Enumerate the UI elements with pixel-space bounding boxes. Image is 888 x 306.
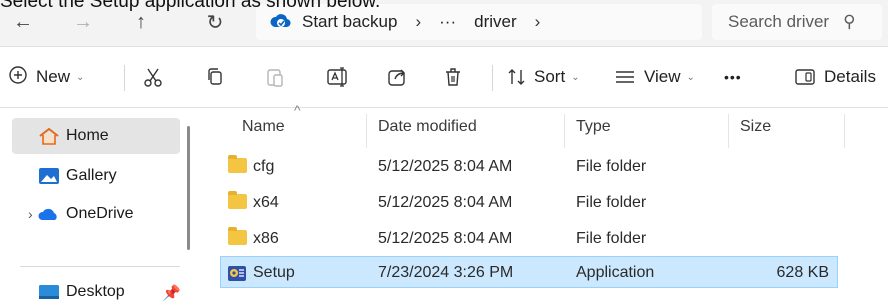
- file-date: 7/23/2024 3:26 PM: [378, 264, 514, 281]
- column-header-name[interactable]: Name: [242, 118, 285, 136]
- breadcrumb-chevron-icon[interactable]: ›: [415, 12, 421, 32]
- breadcrumb-overflow[interactable]: ···: [439, 12, 456, 32]
- view-lines-icon: [616, 71, 634, 83]
- column-divider[interactable]: [728, 114, 729, 148]
- navigation-pane: Home Gallery › OneDrive Desktop 📌: [0, 108, 200, 306]
- chevron-down-icon: ⌄: [571, 71, 580, 83]
- home-icon: [39, 127, 59, 145]
- column-header-type[interactable]: Type: [576, 118, 611, 136]
- copy-button[interactable]: [204, 61, 226, 93]
- file-list: Name ^ Date modified Type Size cfg 5/12/…: [202, 102, 888, 306]
- details-label: Details: [824, 67, 876, 86]
- folder-icon: [228, 191, 247, 209]
- share-icon: [388, 69, 405, 86]
- sidebar-item-desktop[interactable]: Desktop: [12, 274, 180, 306]
- column-header-size[interactable]: Size: [740, 118, 771, 136]
- file-type: File folder: [576, 194, 647, 211]
- sort-label: Sort: [534, 67, 566, 86]
- file-row-x86[interactable]: x86 5/12/2025 8:04 AM File folder: [220, 222, 838, 254]
- breadcrumb-chevron-icon[interactable]: ›: [535, 12, 541, 32]
- file-name: Setup: [253, 264, 295, 281]
- file-type: File folder: [576, 230, 647, 247]
- column-divider[interactable]: [366, 114, 367, 148]
- setup-app-icon: [228, 266, 246, 281]
- toolbar-separator: [124, 65, 125, 91]
- file-size: 628 KB: [776, 264, 829, 281]
- new-button[interactable]: New ⌄: [8, 61, 84, 93]
- sidebar-item-label: Desktop: [66, 283, 125, 300]
- arrow-right-icon: →: [73, 10, 93, 33]
- sort-button[interactable]: Sort ⌄: [506, 61, 580, 93]
- arrow-left-icon: ←: [13, 10, 33, 33]
- file-row-setup[interactable]: Setup 7/23/2024 3:26 PM Application 628 …: [220, 256, 838, 288]
- gallery-icon: [39, 168, 59, 184]
- sidebar-divider: [20, 266, 180, 267]
- paste-icon: [267, 69, 283, 87]
- sort-ascending-icon: ^: [294, 102, 301, 118]
- file-row-cfg[interactable]: cfg 5/12/2025 8:04 AM File folder: [220, 150, 838, 182]
- paste-button[interactable]: [264, 61, 286, 93]
- view-label: View: [644, 67, 681, 86]
- file-row-x64[interactable]: x64 5/12/2025 8:04 AM File folder: [220, 186, 838, 218]
- backup-location-icon: [270, 14, 291, 28]
- desktop-icon: [39, 285, 59, 299]
- sidebar-item-onedrive[interactable]: OneDrive: [12, 196, 180, 232]
- sidebar-item-label: Home: [66, 127, 109, 144]
- share-button[interactable]: [386, 61, 408, 93]
- file-name: x64: [253, 194, 279, 211]
- chevron-down-icon: ⌄: [686, 71, 695, 83]
- file-type: File folder: [576, 158, 647, 175]
- more-options-button[interactable]: •••: [724, 61, 742, 93]
- rename-icon: [327, 67, 347, 87]
- arrow-up-icon: ↑: [136, 10, 146, 33]
- new-label: New: [36, 67, 71, 86]
- column-header-date[interactable]: Date modified: [378, 118, 477, 136]
- folder-icon: [228, 155, 247, 173]
- sidebar-item-gallery[interactable]: Gallery: [12, 158, 180, 194]
- folder-icon: [228, 227, 247, 245]
- refresh-icon: ↻: [206, 11, 224, 34]
- sort-icon: [508, 69, 525, 85]
- details-pane-icon: [795, 69, 815, 85]
- new-plus-icon: [8, 65, 28, 90]
- sidebar-item-label: Gallery: [66, 167, 117, 184]
- view-button[interactable]: View ⌄: [614, 61, 695, 93]
- caption-text: Select the Setup application as shown be…: [0, 0, 381, 12]
- sidebar-scrollbar[interactable]: [187, 126, 190, 250]
- details-pane-button[interactable]: Details: [794, 61, 876, 93]
- search-icon: ⚲: [843, 12, 856, 31]
- command-bar: New ⌄ Sort ⌄ View ⌄ ••• Details: [0, 47, 888, 107]
- search-placeholder: Search driver: [728, 12, 830, 31]
- breadcrumb-driver[interactable]: driver: [474, 12, 517, 32]
- column-divider[interactable]: [844, 114, 845, 148]
- rename-button[interactable]: [326, 61, 350, 93]
- file-name: x86: [253, 230, 279, 247]
- file-type: Application: [576, 264, 655, 281]
- sidebar-item-home[interactable]: Home: [12, 118, 180, 154]
- sidebar-item-label: OneDrive: [66, 205, 134, 222]
- more-icon: •••: [724, 69, 742, 85]
- file-date: 5/12/2025 8:04 AM: [378, 230, 513, 247]
- file-date: 5/12/2025 8:04 AM: [378, 194, 513, 211]
- chevron-down-icon: ⌄: [76, 71, 85, 83]
- column-divider[interactable]: [564, 114, 565, 148]
- delete-button[interactable]: [442, 61, 464, 93]
- scissors-icon: [144, 68, 162, 87]
- file-date: 5/12/2025 8:04 AM: [378, 158, 513, 175]
- cut-button[interactable]: [142, 61, 164, 93]
- trash-icon: [446, 68, 460, 86]
- onedrive-icon: [38, 208, 57, 220]
- pin-icon[interactable]: 📌: [162, 284, 181, 302]
- copy-icon: [208, 68, 222, 85]
- toolbar-separator: [492, 65, 493, 91]
- breadcrumb-start-backup[interactable]: Start backup: [302, 12, 397, 32]
- file-name: cfg: [253, 158, 275, 175]
- search-box[interactable]: Search driver ⚲: [712, 4, 882, 40]
